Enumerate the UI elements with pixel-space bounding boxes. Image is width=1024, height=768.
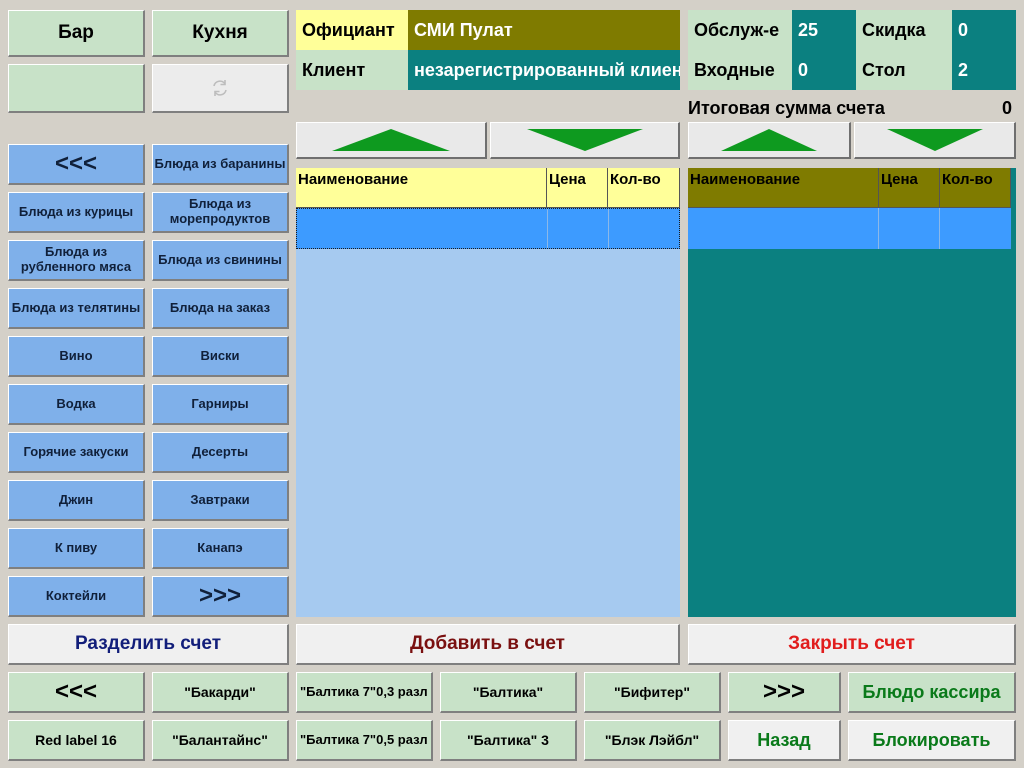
categories-prev-button[interactable]: <<< [8,144,145,185]
entry-value: 0 [792,50,856,90]
product-button[interactable]: "Бакарди" [152,672,289,713]
service-value: 25 [792,10,856,50]
category-button[interactable]: Водка [8,384,145,425]
waiter-value: СМИ Пулат [408,10,680,50]
product-button[interactable]: "Бифитер" [584,672,721,713]
table-value: 2 [952,50,1016,90]
category-button[interactable]: Гарниры [152,384,289,425]
order-scroll-up-button[interactable] [296,122,487,159]
category-button[interactable]: Блюда из баранины [152,144,289,185]
client-value[interactable]: незарегистрированный клиент [408,50,680,90]
table-row[interactable] [296,208,680,249]
category-button[interactable]: Джин [8,480,145,521]
kitchen-button[interactable]: Кухня [152,10,289,57]
lock-button[interactable]: Блокировать [848,720,1016,761]
product-button[interactable]: "Балтика" 3 [440,720,577,761]
product-button[interactable]: "Балтика 7"0,3 разл [296,672,433,713]
bill-col-price: Цена [879,168,940,208]
category-button[interactable]: Виски [152,336,289,377]
order-col-qty: Кол-во [608,168,680,208]
waiter-label: Официант [296,10,408,50]
category-button[interactable]: Канапэ [152,528,289,569]
arrow-down-icon [886,129,983,151]
table-row[interactable] [688,208,1011,249]
order-col-price: Цена [547,168,608,208]
category-button[interactable]: Десерты [152,432,289,473]
order-col-name: Наименование [296,168,547,208]
row-divider [939,208,940,249]
bar-button[interactable]: Бар [8,10,145,57]
category-button[interactable]: Блюда из морепродуктов [152,192,289,233]
arrow-down-icon [526,129,643,151]
category-button[interactable]: Блюда из телятины [8,288,145,329]
arrow-up-icon [332,129,450,151]
cashier-dish-button[interactable]: Блюдо кассира [848,672,1016,713]
row-divider [547,209,548,248]
split-bill-button[interactable]: Разделить счет [8,624,289,665]
add-to-bill-button[interactable]: Добавить в счет [296,624,680,665]
empty-button[interactable] [8,64,145,113]
bill-scroll-up-button[interactable] [688,122,851,159]
category-button[interactable]: Блюда на заказ [152,288,289,329]
product-button[interactable]: "Балтика" [440,672,577,713]
table-label: Стол [856,50,952,90]
products-prev-button[interactable]: <<< [8,672,145,713]
refresh-icon [213,80,227,96]
category-button[interactable]: Блюда из рубленного мяса [8,240,145,281]
category-button[interactable]: Коктейли [8,576,145,617]
categories-next-button[interactable]: >>> [152,576,289,617]
arrow-up-icon [721,129,817,151]
total-label: Итоговая сумма счета [688,98,885,118]
product-button[interactable]: "Балтика 7"0,5 разл [296,720,433,761]
total-value: 0 [1001,98,1012,118]
service-label: Обслуж-е [688,10,792,50]
category-button[interactable]: Блюда из свинины [152,240,289,281]
category-button[interactable]: Вино [8,336,145,377]
row-divider [878,208,879,249]
category-button[interactable]: К пиву [8,528,145,569]
category-button[interactable]: Блюда из курицы [8,192,145,233]
discount-value: 0 [952,10,1016,50]
refresh-button[interactable] [152,64,289,113]
row-divider [608,209,609,248]
close-bill-button[interactable]: Закрыть счет [688,624,1016,665]
product-button[interactable]: "Блэк Лэйбл" [584,720,721,761]
product-button[interactable]: Red label 16 [8,720,145,761]
category-button[interactable]: Горячие закуски [8,432,145,473]
discount-label: Скидка [856,10,952,50]
back-button[interactable]: Назад [728,720,841,761]
products-next-button[interactable]: >>> [728,672,841,713]
category-button[interactable]: Завтраки [152,480,289,521]
product-button[interactable]: "Балантайнс" [152,720,289,761]
entry-label: Входные [688,50,792,90]
order-scroll-down-button[interactable] [490,122,680,159]
bill-col-name: Наименование [688,168,879,208]
bill-scroll-down-button[interactable] [854,122,1016,159]
client-label: Клиент [296,50,408,90]
bill-table[interactable]: Наименование Цена Кол-во [688,168,1016,617]
bill-col-qty: Кол-во [940,168,1011,208]
order-table[interactable]: Наименование Цена Кол-во [296,168,680,617]
